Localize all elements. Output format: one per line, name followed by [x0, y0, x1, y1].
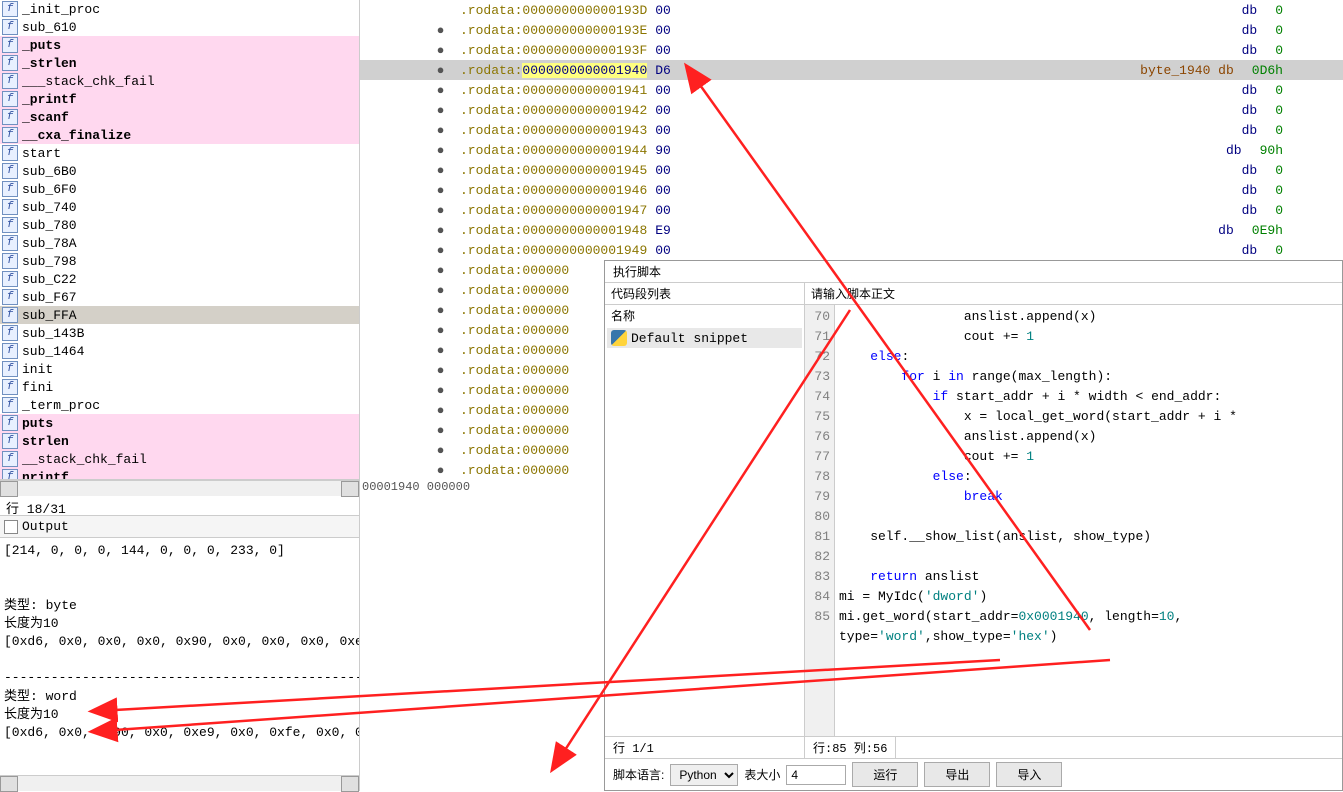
function-list[interactable]: f_init_procfsub_610f_putsf_strlenf___sta…: [0, 0, 359, 480]
function-icon: f: [2, 217, 18, 233]
tabsize-input[interactable]: [786, 765, 846, 785]
function-item[interactable]: f__cxa_finalize: [0, 126, 359, 144]
disasm-line[interactable]: .rodata:000000000000193D00db0: [360, 0, 1343, 20]
function-item[interactable]: fsub_1464: [0, 342, 359, 360]
function-item[interactable]: fsub_6B0: [0, 162, 359, 180]
function-item[interactable]: fsub_F67: [0, 288, 359, 306]
export-button[interactable]: 导出: [924, 762, 990, 787]
editor-panel: 请输入脚本正文 70717273747576777879808182838485…: [805, 283, 1342, 736]
function-icon: f: [2, 19, 18, 35]
disasm-line[interactable]: ● .rodata:000000000000194490db90h: [360, 140, 1343, 160]
function-item[interactable]: fputs: [0, 414, 359, 432]
function-item[interactable]: fsub_740: [0, 198, 359, 216]
functions-panel: f_init_procfsub_610f_putsf_strlenf___sta…: [0, 0, 360, 791]
function-item[interactable]: f_term_proc: [0, 396, 359, 414]
output-body[interactable]: [214, 0, 0, 0, 144, 0, 0, 0, 233, 0] 类型:…: [0, 538, 359, 775]
disasm-line[interactable]: ● .rodata:0000000000001940D6byte_1940 db…: [360, 60, 1343, 80]
function-item[interactable]: fstrlen: [0, 432, 359, 450]
function-icon: f: [2, 37, 18, 53]
function-icon: f: [2, 91, 18, 107]
function-item[interactable]: f__stack_chk_fail: [0, 450, 359, 468]
function-item[interactable]: fsub_C22: [0, 270, 359, 288]
function-icon: f: [2, 469, 18, 480]
function-item[interactable]: f_init_proc: [0, 0, 359, 18]
disasm-line[interactable]: ● .rodata:000000000000194500db0: [360, 160, 1343, 180]
function-icon: f: [2, 163, 18, 179]
editor-header: 请输入脚本正文: [805, 283, 1342, 305]
function-item[interactable]: f_puts: [0, 36, 359, 54]
function-item[interactable]: f_printf: [0, 90, 359, 108]
script-statusbar: 行 1/1 行:85 列:56: [605, 736, 1342, 758]
function-item[interactable]: f_strlen: [0, 54, 359, 72]
function-item[interactable]: f_scanf: [0, 108, 359, 126]
function-icon: f: [2, 73, 18, 89]
function-item[interactable]: f___stack_chk_fail: [0, 72, 359, 90]
function-item[interactable]: fsub_FFA: [0, 306, 359, 324]
output-header: Output: [0, 516, 359, 538]
function-icon: f: [2, 451, 18, 467]
scrollbar-horizontal[interactable]: [0, 480, 359, 496]
function-item[interactable]: fsub_610: [0, 18, 359, 36]
code-editor[interactable]: 70717273747576777879808182838485 anslist…: [805, 305, 1342, 736]
output-icon: [4, 520, 18, 534]
function-icon: f: [2, 199, 18, 215]
function-item[interactable]: fsub_780: [0, 216, 359, 234]
function-item[interactable]: fsub_6F0: [0, 180, 359, 198]
function-icon: f: [2, 145, 18, 161]
python-icon: [611, 330, 627, 346]
function-icon: f: [2, 55, 18, 71]
import-button[interactable]: 导入: [996, 762, 1062, 787]
function-item[interactable]: fstart: [0, 144, 359, 162]
snippet-item[interactable]: Default snippet: [607, 328, 802, 348]
function-icon: f: [2, 307, 18, 323]
code-area[interactable]: anslist.append(x) cout += 1 else: for i …: [835, 305, 1342, 736]
snippet-column-name: 名称: [605, 305, 804, 326]
function-icon: f: [2, 379, 18, 395]
disasm-line[interactable]: ● .rodata:000000000000194900db0: [360, 240, 1343, 260]
function-item[interactable]: fnrintf: [0, 468, 359, 480]
function-item[interactable]: fsub_78A: [0, 234, 359, 252]
disasm-line[interactable]: ● .rodata:000000000000193F00db0: [360, 40, 1343, 60]
function-icon: f: [2, 361, 18, 377]
function-icon: f: [2, 397, 18, 413]
function-icon: f: [2, 433, 18, 449]
disasm-line[interactable]: ● .rodata:000000000000194700db0: [360, 200, 1343, 220]
function-list-status: 行 18/31: [0, 496, 359, 516]
function-icon: f: [2, 235, 18, 251]
function-icon: f: [2, 109, 18, 125]
disasm-line[interactable]: ● .rodata:000000000000194200db0: [360, 100, 1343, 120]
disasm-line[interactable]: ● .rodata:000000000000193E00db0: [360, 20, 1343, 40]
disasm-line[interactable]: ● .rodata:000000000000194100db0: [360, 80, 1343, 100]
script-title: 执行脚本: [605, 261, 1342, 283]
function-item[interactable]: fsub_798: [0, 252, 359, 270]
language-select[interactable]: Python: [670, 764, 738, 786]
snippet-panel: 代码段列表 名称 Default snippet: [605, 283, 805, 736]
function-icon: f: [2, 271, 18, 287]
scrollbar-horizontal[interactable]: [0, 775, 359, 791]
function-icon: f: [2, 415, 18, 431]
function-icon: f: [2, 343, 18, 359]
function-icon: f: [2, 1, 18, 17]
function-item[interactable]: finit: [0, 360, 359, 378]
disasm-line[interactable]: ● .rodata:0000000000001948E9db0E9h: [360, 220, 1343, 240]
line-gutter: 70717273747576777879808182838485: [805, 305, 835, 736]
script-panel: 执行脚本 代码段列表 名称 Default snippet 请输入脚本正文 70…: [604, 260, 1343, 791]
function-icon: f: [2, 253, 18, 269]
function-icon: f: [2, 127, 18, 143]
output-label: Output: [22, 519, 69, 534]
function-icon: f: [2, 289, 18, 305]
disasm-line[interactable]: ● .rodata:000000000000194600db0: [360, 180, 1343, 200]
run-button[interactable]: 运行: [852, 762, 918, 787]
function-icon: f: [2, 181, 18, 197]
function-item[interactable]: fsub_143B: [0, 324, 359, 342]
function-icon: f: [2, 325, 18, 341]
disasm-line[interactable]: ● .rodata:000000000000194300db0: [360, 120, 1343, 140]
function-item[interactable]: ffini: [0, 378, 359, 396]
script-toolbar: 脚本语言: Python 表大小 运行 导出 导入: [605, 758, 1342, 790]
snippet-header: 代码段列表: [605, 283, 804, 305]
